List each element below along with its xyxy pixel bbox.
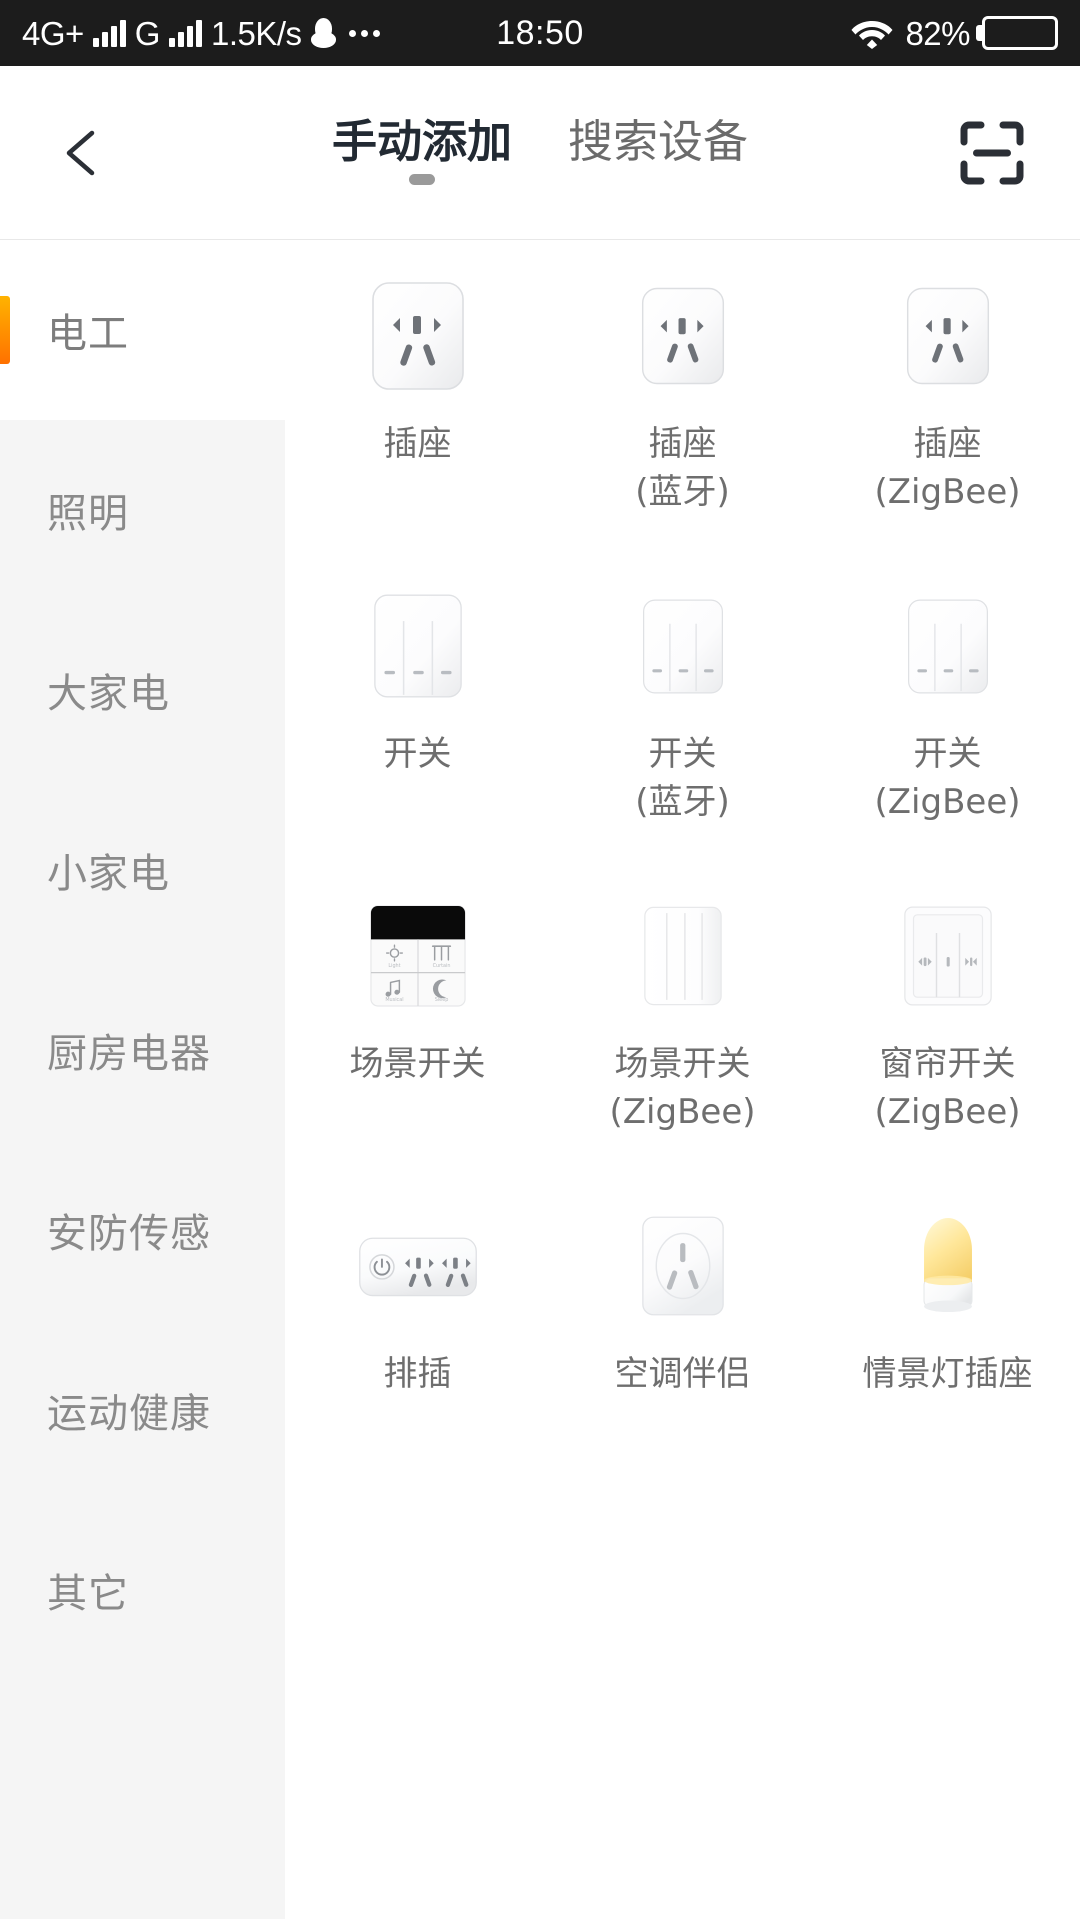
device-item-curtain-switch-zigbee[interactable]: 窗帘开关 (ZigBee) — [815, 878, 1080, 1188]
sidebar-item-sports-health[interactable]: 运动健康 — [0, 1320, 285, 1500]
sidebar-item-large-appliances[interactable]: 大家电 — [0, 600, 285, 780]
scene-switch-panel-icon: Light Curtain Musical Sleep — [356, 894, 480, 1018]
network-type-2-label: G — [134, 14, 161, 52]
svg-text:Light: Light — [388, 963, 400, 969]
main-content: 电工 照明 大家电 小家电 厨房电器 安防传感 运动健康 其它 插座 插座 (蓝… — [0, 240, 1080, 1919]
tab-active-indicator — [408, 174, 435, 186]
device-item-label: 情景灯插座 — [862, 1354, 1033, 1394]
sidebar-item-label: 小家电 — [47, 851, 170, 897]
scene-switch-plain-icon — [621, 894, 745, 1018]
wall-switch-icon — [356, 584, 480, 708]
tab-manual-add-label: 手动添加 — [331, 115, 512, 168]
sidebar-item-small-appliances[interactable]: 小家电 — [0, 780, 285, 960]
socket-icon — [621, 274, 745, 398]
device-item-label: 开关 — [383, 734, 452, 774]
signal-bars-icon-2 — [168, 19, 202, 47]
device-item-label: 插座 (ZigBee) — [874, 424, 1021, 513]
socket-icon — [356, 274, 480, 398]
device-item-label: 开关 (ZigBee) — [874, 734, 1021, 823]
svg-text:Sleep: Sleep — [434, 997, 448, 1003]
status-bar-left: 4G+ G 1.5K/s — [22, 17, 380, 50]
wall-switch-icon — [886, 584, 1010, 708]
wifi-icon — [851, 17, 893, 49]
header-tabs: 手动添加 搜索设备 — [332, 118, 748, 187]
scan-qr-icon — [960, 121, 1024, 184]
signal-bars-icon — [92, 19, 126, 47]
more-dots-icon — [348, 29, 380, 37]
scene-lamp-socket-icon — [886, 1204, 1010, 1328]
app-header: 手动添加 搜索设备 — [0, 66, 1080, 240]
svg-text:Musical: Musical — [385, 997, 403, 1003]
sidebar-item-label: 电工 — [47, 311, 129, 357]
tab-manual-add[interactable]: 手动添加 — [332, 118, 512, 187]
sidebar-item-label: 大家电 — [47, 671, 170, 717]
sidebar-item-lighting[interactable]: 照明 — [0, 420, 285, 600]
power-strip-icon — [356, 1204, 480, 1328]
device-item-scene-lamp-socket[interactable]: 情景灯插座 — [815, 1188, 1080, 1498]
device-item-power-strip[interactable]: 排插 — [285, 1188, 550, 1498]
tab-search-device-label: 搜索设备 — [568, 115, 749, 168]
sidebar-item-label: 运动健康 — [47, 1391, 211, 1437]
back-button[interactable] — [40, 108, 130, 198]
device-item-label: 空调伴侣 — [614, 1354, 751, 1394]
category-sidebar: 电工 照明 大家电 小家电 厨房电器 安防传感 运动健康 其它 — [0, 240, 285, 1919]
curtain-switch-icon — [886, 894, 1010, 1018]
clock-label: 18:50 — [496, 13, 584, 52]
device-item-label: 场景开关 — [349, 1044, 486, 1084]
device-item-scene-switch-zigbee[interactable]: 场景开关 (ZigBee) — [550, 878, 815, 1188]
device-item-scene-switch[interactable]: Light Curtain Musical Sleep 场景开关 — [285, 878, 550, 1188]
device-item-switch[interactable]: 开关 — [285, 568, 550, 878]
sidebar-item-label: 安防传感 — [47, 1211, 211, 1257]
tab-search-device[interactable]: 搜索设备 — [568, 118, 748, 187]
device-item-label: 插座 — [383, 424, 452, 464]
device-grid-wrapper: 插座 插座 (蓝牙) 插座 (ZigBee) 开关 开关 (蓝牙) 开关 (Zi… — [285, 240, 1080, 1919]
svg-text:Curtain: Curtain — [432, 963, 450, 969]
device-item-switch-bluetooth[interactable]: 开关 (蓝牙) — [550, 568, 815, 878]
battery-icon — [982, 16, 1058, 50]
wall-switch-icon — [621, 584, 745, 708]
network-type-label: 4G+ — [22, 14, 84, 52]
sidebar-item-label: 厨房电器 — [47, 1031, 211, 1077]
status-bar: 4G+ G 1.5K/s 18:50 82% — [0, 0, 1080, 66]
device-item-switch-zigbee[interactable]: 开关 (ZigBee) — [815, 568, 1080, 878]
device-grid: 插座 插座 (蓝牙) 插座 (ZigBee) 开关 开关 (蓝牙) 开关 (Zi… — [285, 258, 1080, 1498]
device-item-socket[interactable]: 插座 — [285, 258, 550, 568]
device-item-label: 插座 (蓝牙) — [635, 424, 730, 513]
battery-percent-label: 82% — [905, 14, 970, 52]
sidebar-item-other[interactable]: 其它 — [0, 1500, 285, 1680]
device-item-label: 开关 (蓝牙) — [635, 734, 730, 823]
ac-companion-icon — [621, 1204, 745, 1328]
device-item-ac-companion[interactable]: 空调伴侣 — [550, 1188, 815, 1498]
sidebar-item-electrical[interactable]: 电工 — [0, 240, 285, 420]
qq-icon — [310, 18, 336, 48]
sidebar-item-label: 其它 — [47, 1571, 129, 1617]
socket-icon — [886, 274, 1010, 398]
status-bar-right: 82% — [851, 16, 1058, 50]
device-item-label: 窗帘开关 (ZigBee) — [874, 1044, 1021, 1133]
device-item-label: 场景开关 (ZigBee) — [609, 1044, 756, 1133]
sidebar-item-security-sensors[interactable]: 安防传感 — [0, 1140, 285, 1320]
device-item-label: 排插 — [383, 1354, 452, 1394]
sidebar-item-label: 照明 — [47, 491, 129, 537]
data-rate-label: 1.5K/s — [210, 14, 302, 52]
sidebar-item-kitchen-appliances[interactable]: 厨房电器 — [0, 960, 285, 1140]
device-item-socket-zigbee[interactable]: 插座 (ZigBee) — [815, 258, 1080, 568]
back-arrow-icon — [66, 130, 95, 175]
device-item-socket-bluetooth[interactable]: 插座 (蓝牙) — [550, 258, 815, 568]
scan-button[interactable] — [944, 105, 1040, 201]
